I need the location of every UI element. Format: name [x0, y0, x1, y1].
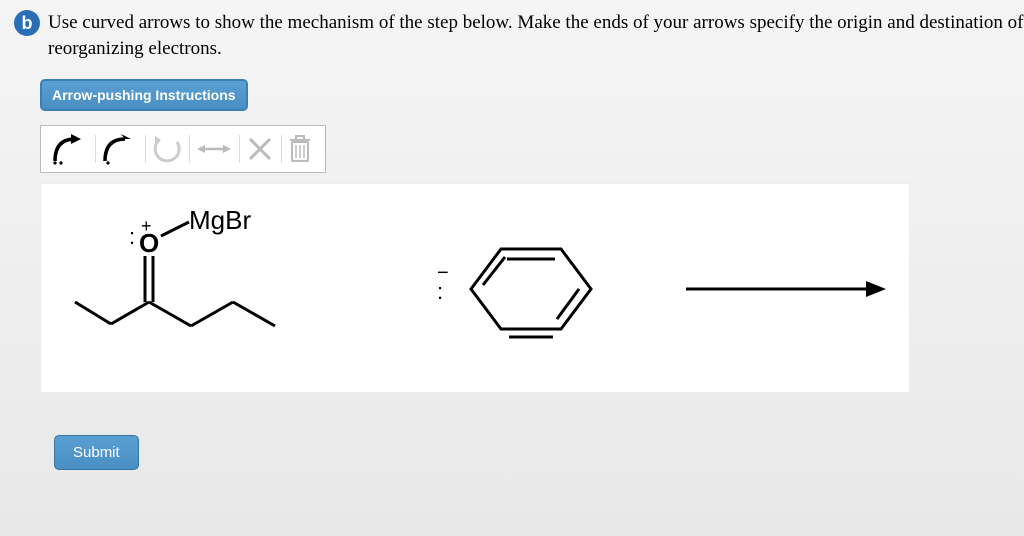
reaction-arrow-icon [681, 274, 891, 304]
benzene-double-bonds [431, 219, 601, 369]
drawing-toolbar [40, 125, 326, 173]
question-text: Use curved arrows to show the mechanism … [48, 10, 1024, 61]
full-arrow-tool[interactable] [45, 129, 95, 169]
svg-text:MgBr: MgBr [189, 205, 251, 235]
svg-text:+: + [141, 216, 152, 236]
reaction-canvas[interactable]: O : + MgBr − : [40, 183, 910, 393]
resonance-arrow-tool[interactable] [189, 129, 239, 169]
svg-text::: : [129, 224, 135, 249]
question-badge: b [14, 10, 40, 36]
arrow-pushing-instructions-button[interactable]: Arrow-pushing Instructions [40, 79, 248, 111]
question-header: b Use curved arrows to show the mechanis… [14, 10, 1024, 61]
half-arrow-tool[interactable] [95, 129, 145, 169]
clear-tool[interactable] [239, 129, 281, 169]
reactant-oxocarbenium: O : + MgBr [61, 194, 321, 384]
trash-tool[interactable] [281, 129, 319, 169]
undo-tool[interactable] [145, 129, 189, 169]
submit-button[interactable]: Submit [54, 435, 139, 470]
